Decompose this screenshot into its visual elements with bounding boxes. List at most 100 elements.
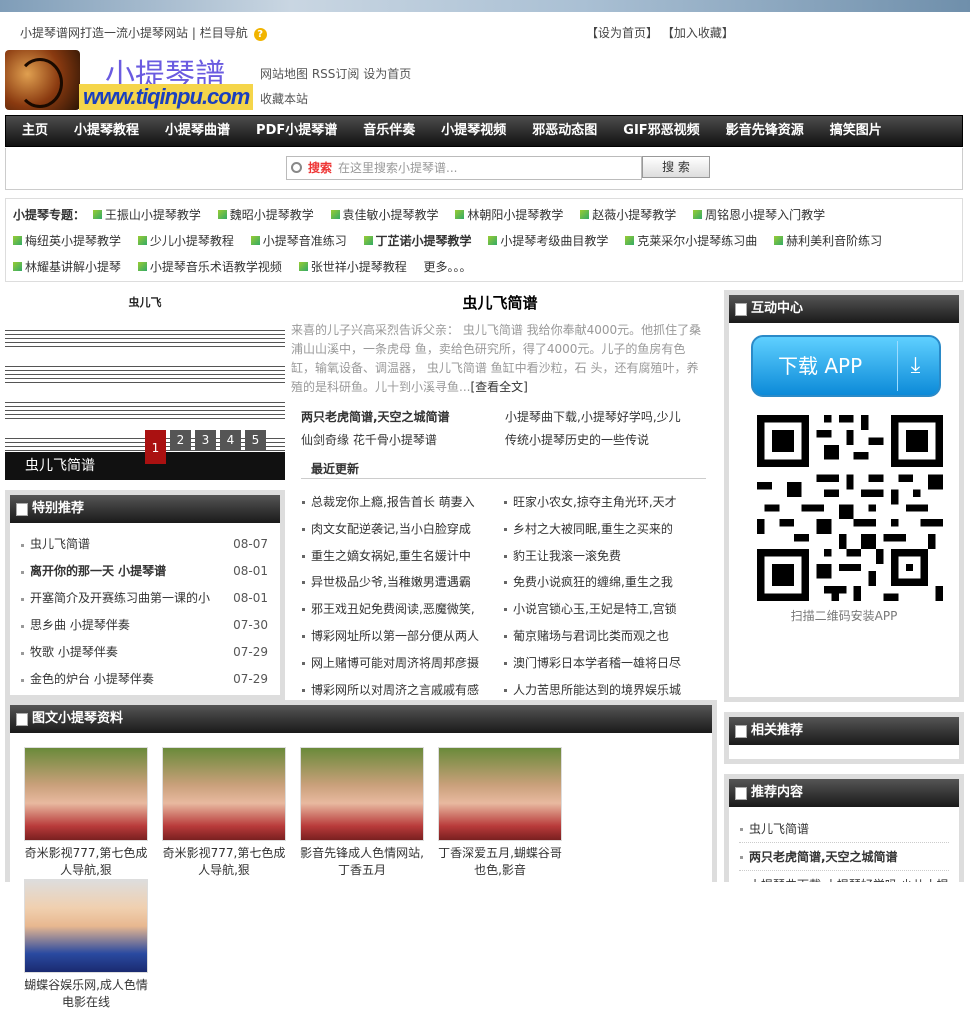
nav-item-funny[interactable]: 搞笑图片 <box>814 116 892 146</box>
nav-item-home[interactable]: 主页 <box>6 116 58 146</box>
topic-link[interactable]: 梅纽英小提琴教学 <box>13 228 121 254</box>
add-favorite-link[interactable]: 【加入收藏】 <box>662 26 734 40</box>
search-input[interactable]: 搜索 在这里搜索小提琴谱... <box>286 156 642 180</box>
column-nav-link[interactable]: 栏目导航 <box>200 26 248 40</box>
recent-item[interactable]: 总裁宠你上瘾,报告首长 萌妻入 <box>301 489 503 516</box>
bookmark-link[interactable]: 收藏本站 <box>260 92 308 106</box>
topic-link[interactable]: 周铭恩小提琴入门教学 <box>693 202 825 228</box>
list-item[interactable]: 虫儿飞简谱 <box>739 815 949 843</box>
download-app-button[interactable]: 下载 APP ⤓ <box>751 335 941 397</box>
item-title: 思乡曲 小提琴伴奏 <box>30 618 130 632</box>
list-item[interactable]: 小提琴曲下载,小提琴好学吗,少儿小提 <box>739 871 949 882</box>
nav-item-gif[interactable]: 邪恶动态图 <box>516 116 607 146</box>
slide-page-button[interactable]: 4 <box>220 430 241 450</box>
image-card[interactable]: 奇米影视777,第七色成人导航,狠 <box>162 747 286 879</box>
read-more-link[interactable]: [查看全文] <box>470 380 527 394</box>
nav-item-gif-video[interactable]: GIF邪恶视频 <box>607 116 709 146</box>
topic-link[interactable]: 丁芷诺小提琴教学 <box>363 228 472 254</box>
related-link[interactable]: 传统小提琴历史的一些传说 <box>505 429 709 452</box>
topic-link[interactable]: 赵薇小提琴教学 <box>580 202 676 228</box>
slide-page-button[interactable]: 1 <box>145 430 166 464</box>
related-recommend-title: 相关推荐 <box>729 717 959 745</box>
item-title: 开塞简介及开赛练习曲第一课的小 <box>30 591 211 605</box>
topic-text: 魏昭小提琴教学 <box>229 208 314 222</box>
recent-item[interactable]: 乡村之大被同眠,重生之买来的 <box>503 516 705 543</box>
list-item[interactable]: 金色的炉台 小提琴伴奏 07-29 <box>20 666 270 693</box>
rss-link[interactable]: RSS订阅 <box>312 67 360 81</box>
thumbnail-image <box>24 879 148 973</box>
nav-item-tutorial[interactable]: 小提琴教程 <box>58 116 149 146</box>
topic-link[interactable]: 少儿小提琴教程 <box>137 228 234 254</box>
slide-page-button[interactable]: 3 <box>195 430 216 450</box>
topics-more-link[interactable]: 更多。。。 <box>424 254 472 280</box>
image-card[interactable]: 影音先锋成人色情网站,丁香五月 <box>300 747 424 879</box>
image-caption: 丁香深爱五月,蝴蝶谷哥也色,影音 <box>438 846 562 877</box>
topic-link[interactable]: 魏昭小提琴教学 <box>217 202 314 228</box>
list-item[interactable]: 思乡曲 小提琴伴奏 07-30 <box>20 612 270 639</box>
recent-item[interactable]: 异世极品少爷,当稚嫩男遭遇霸 <box>301 569 503 596</box>
recent-item[interactable]: 邪王戏丑妃免费阅读,恶魔微笑, <box>301 596 503 623</box>
slide-page-button[interactable]: 5 <box>245 430 266 450</box>
recent-item[interactable]: 澳门博彩日本学者稽一雄将日尽 <box>503 650 705 677</box>
topic-bullet-icon <box>13 262 22 271</box>
recent-item[interactable]: 旺家小农女,掠夺主角光环,天才 <box>503 489 705 516</box>
topic-link[interactable]: 林耀基讲解小提琴 <box>13 254 121 280</box>
list-item[interactable]: 离开你的那一天 小提琴谱 08-01 <box>20 558 270 585</box>
topic-text: 小提琴音准练习 <box>262 234 347 248</box>
related-link[interactable]: 小提琴曲下载,小提琴好学吗,少儿 <box>505 406 709 429</box>
recent-item[interactable]: 网上赌博可能对周济将周邦彦摄 <box>301 650 503 677</box>
recent-item[interactable]: 博彩网址所以第一部分便从两人 <box>301 623 503 650</box>
topic-bullet-icon <box>488 236 498 245</box>
related-link[interactable]: 仙剑奇缘 花千骨小提琴谱 <box>301 429 505 452</box>
topic-text: 少儿小提琴教程 <box>149 234 234 248</box>
image-card[interactable]: 丁香深爱五月,蝴蝶谷哥也色,影音 <box>438 747 562 879</box>
recent-item[interactable]: 肉文女配逆袭记,当小白脸穿成 <box>301 516 503 543</box>
recent-updates: 最近更新 总裁宠你上瘾,报告首长 萌妻入 旺家小农女,掠夺主角光环,天才 肉文女… <box>301 460 706 703</box>
list-item[interactable]: 两只老虎简谱,天空之城简谱 <box>739 843 949 871</box>
image-card[interactable]: 蝴蝶谷娱乐网,成人色情电影在线 <box>24 879 148 1011</box>
recent-item[interactable]: 小说宫锁心玉,王妃是特工,宫锁 <box>503 596 705 623</box>
site-logo[interactable]: 小提琴譜 www.tiqinpu.com <box>5 50 254 110</box>
set-homepage-link[interactable]: 设为首页 <box>363 67 411 81</box>
topic-bullet-icon <box>693 210 703 219</box>
article-title[interactable]: 虫儿飞简谱 <box>291 290 709 316</box>
recent-item[interactable]: 葡京赌场与君词比类而观之也 <box>503 623 705 650</box>
site-slogan: 小提琴谱网打造一流小提琴网站 <box>20 26 189 40</box>
nav-item-pdf[interactable]: PDF小提琴谱 <box>240 116 347 146</box>
item-title: 虫儿飞简谱 <box>30 537 91 551</box>
recent-item[interactable]: 重生之嫡女祸妃,重生名媛计中 <box>301 543 503 570</box>
topic-link[interactable]: 小提琴音乐术语教学视频 <box>137 254 282 280</box>
item-date: 07-29 <box>233 672 268 686</box>
topic-link[interactable]: 袁佳敏小提琴教学 <box>330 202 439 228</box>
topic-link[interactable]: 小提琴音准练习 <box>250 228 347 254</box>
topic-text: 赵薇小提琴教学 <box>592 208 677 222</box>
nav-item-accompaniment[interactable]: 音乐伴奏 <box>347 116 425 146</box>
nav-item-video[interactable]: 小提琴视频 <box>425 116 516 146</box>
item-title: 牧歌 小提琴伴奏 <box>30 645 118 659</box>
search-button[interactable]: 搜 索 <box>642 156 710 178</box>
slide-page-button[interactable]: 2 <box>170 430 191 450</box>
qr-code-image <box>751 415 949 601</box>
set-home-link[interactable]: 【设为首页】 <box>586 26 658 40</box>
topic-link[interactable]: 张世祥小提琴教程 <box>298 254 407 280</box>
item-date: 08-01 <box>233 564 268 578</box>
topic-link[interactable]: 小提琴考级曲目教学 <box>488 228 608 254</box>
recent-item[interactable]: 免费小说疯狂的缠绵,重生之我 <box>503 569 705 596</box>
topic-link[interactable]: 王振山小提琴教学 <box>92 202 201 228</box>
topic-text: 王振山小提琴教学 <box>104 208 201 222</box>
list-item[interactable]: 开塞简介及开赛练习曲第一课的小 08-01 <box>20 585 270 612</box>
topic-link[interactable]: 克莱采尔小提琴练习曲 <box>625 228 757 254</box>
topic-link[interactable]: 林朝阳小提琴教学 <box>455 202 563 228</box>
sitemap-link[interactable]: 网站地图 <box>260 67 308 81</box>
recommended-content-panel: 推荐内容 虫儿飞简谱 两只老虎简谱,天空之城简谱 小提琴曲下载,小提琴好学吗,少… <box>724 774 964 882</box>
list-item[interactable]: 虫儿飞简谱 08-07 <box>20 531 270 558</box>
recent-item[interactable]: 豹王让我滚一滚免费 <box>503 543 705 570</box>
topic-link[interactable]: 赫利美利音阶练习 <box>774 228 882 254</box>
topic-text: 克莱采尔小提琴练习曲 <box>637 234 758 248</box>
list-item[interactable]: 牧歌 小提琴伴奏 07-29 <box>20 639 270 666</box>
help-icon[interactable]: ? <box>253 28 267 41</box>
image-card[interactable]: 奇米影视777,第七色成人导航,狠 <box>24 747 148 879</box>
nav-item-resources[interactable]: 影音先锋资源 <box>710 116 814 146</box>
related-link[interactable]: 两只老虎简谱,天空之城简谱 <box>301 406 505 429</box>
nav-item-sheet[interactable]: 小提琴曲谱 <box>149 116 240 146</box>
